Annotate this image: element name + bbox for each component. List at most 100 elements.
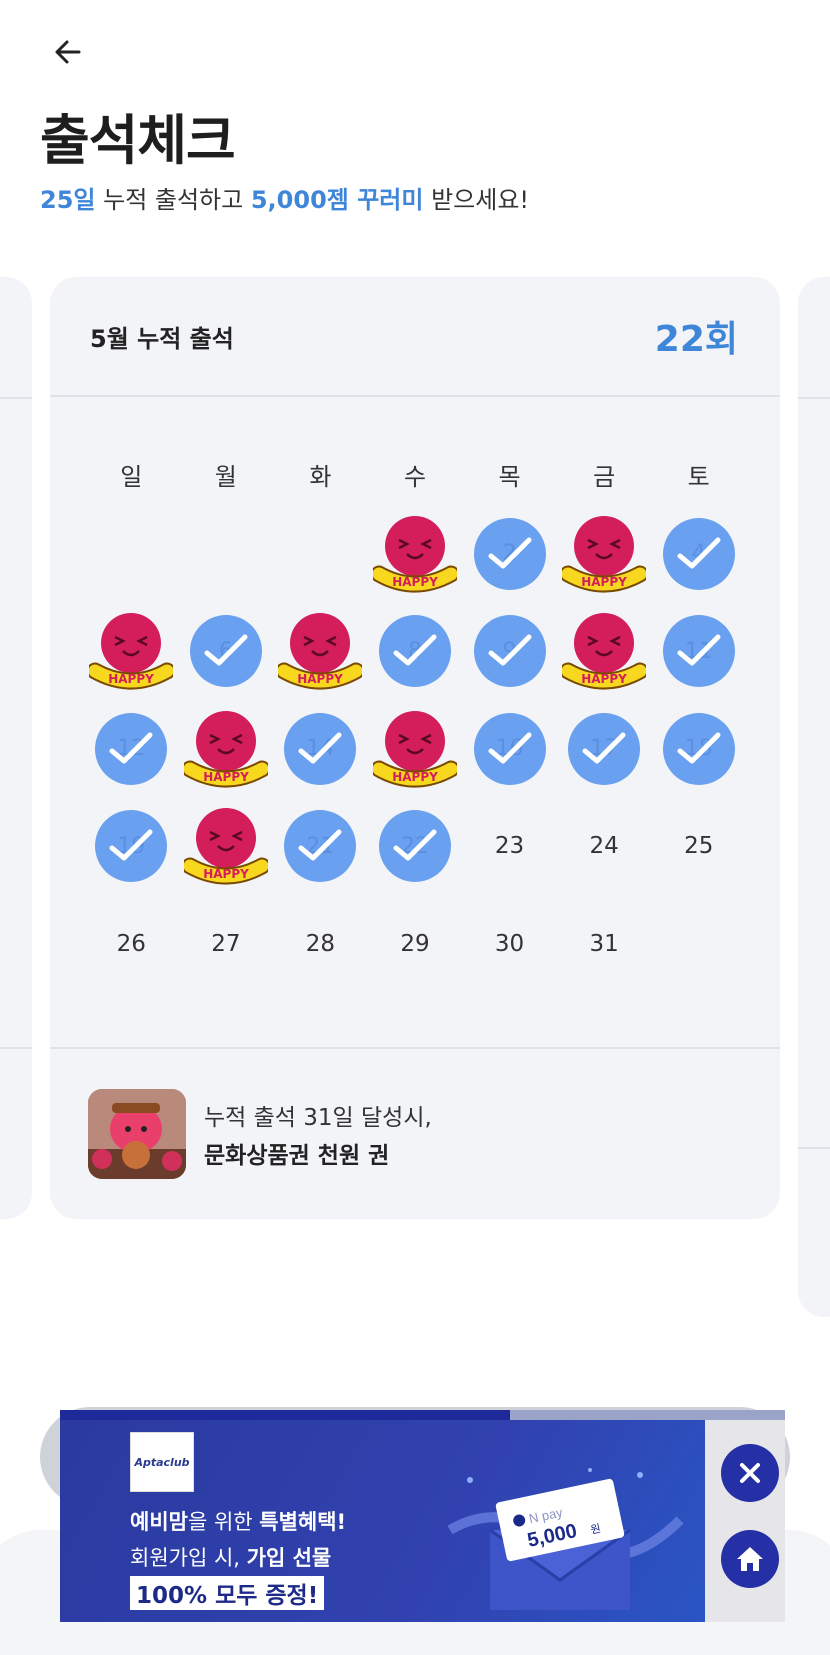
ad-content[interactable]: Aptaclub 예비맘을 위한 특별혜택! 회원가입 시, 가입 선물 100… (60, 1420, 705, 1622)
checkmark-icon (488, 732, 532, 764)
checkmark-icon (677, 732, 721, 764)
calendar-day: HAPPY (273, 603, 368, 701)
day-number: 25 (684, 833, 714, 860)
svg-text:HAPPY: HAPPY (392, 770, 438, 784)
calendar-day: 8 (368, 603, 463, 701)
svg-text:HAPPY: HAPPY (581, 672, 627, 686)
day-number: 29 (400, 930, 430, 957)
calendar-day: 4 (651, 505, 746, 603)
ad-brand-logo: Aptaclub (130, 1432, 194, 1492)
subtitle-reward: 5,000젬 꾸러미 (250, 186, 424, 214)
calendar-day: 19 (84, 798, 179, 896)
checkmark-icon (677, 537, 721, 569)
attended-check: 9 (473, 615, 546, 688)
attended-check: 21 (284, 810, 357, 883)
checkmark-icon (109, 732, 153, 764)
day-number: 31 (589, 930, 619, 957)
previous-month-card[interactable] (0, 277, 32, 1219)
calendar: 일 월 화 수 목 금 토 HAPPY 2 HAPPY 4 HAPPY 6 HAPPY 8 9 HAPPY 11… (50, 397, 780, 993)
happy-sticker-icon: HAPPY (278, 613, 363, 690)
calendar-day: 9 (462, 603, 557, 701)
weekday-label: 화 (309, 463, 332, 491)
close-icon (740, 1463, 760, 1483)
calendar-day: 12 (84, 700, 179, 798)
attended-check: 17 (568, 712, 641, 785)
checkmark-icon (298, 829, 342, 861)
calendar-day: 26 (84, 895, 179, 993)
reward-info: 누적 출석 31일 달성시, 문화상품권 천원 권 (50, 1047, 780, 1219)
calendar-day: HAPPY (557, 603, 652, 701)
page-title: 출석체크 (40, 109, 236, 172)
attended-check: 11 (662, 615, 735, 688)
ad-highlight: 100% 모두 증정! (130, 1576, 325, 1610)
attended-check: 4 (662, 517, 735, 590)
happy-sticker-icon: HAPPY (562, 613, 647, 690)
ad-banner[interactable]: Aptaclub 예비맘을 위한 특별혜택! 회원가입 시, 가입 선물 100… (60, 1410, 785, 1622)
calendar-day: 21 (273, 798, 368, 896)
attended-check: 16 (473, 712, 546, 785)
calendar-day: HAPPY (84, 603, 179, 701)
attended-check: 6 (189, 615, 262, 688)
calendar-day: 27 (179, 895, 274, 993)
calendar-day: 24 (557, 798, 652, 896)
calendar-days: HAPPY 2 HAPPY 4 HAPPY 6 HAPPY 8 9 HAPPY 11 12 HAPPY 1… (84, 505, 746, 993)
attended-check: 12 (95, 712, 168, 785)
reward-character-image (88, 1089, 186, 1179)
calendar-day: 18 (651, 700, 746, 798)
checkmark-icon (204, 634, 248, 666)
svg-text:HAPPY: HAPPY (203, 867, 249, 881)
checkmark-icon (582, 732, 626, 764)
subtitle-text-2: 받으세요! (423, 186, 530, 214)
svg-text:HAPPY: HAPPY (108, 672, 154, 686)
page-subtitle: 25일 누적 출석하고 5,000젬 꾸러미 받으세요! (40, 180, 529, 215)
weekday-label: 목 (498, 463, 521, 491)
checkmark-icon (393, 634, 437, 666)
next-month-card[interactable] (798, 277, 830, 1317)
ad-subline: 회원가입 시, 가입 선물 (130, 1546, 332, 1570)
ad-headline: 예비맘을 위한 특별혜택! (130, 1510, 347, 1534)
calendar-empty-cell (84, 505, 179, 603)
happy-sticker-icon: HAPPY (89, 613, 174, 690)
ad-progress-track (60, 1410, 785, 1420)
happy-sticker-icon: HAPPY (183, 808, 268, 885)
calendar-day: HAPPY (179, 700, 274, 798)
calendar-day: HAPPY (368, 700, 463, 798)
card-header: 5월 누적 출석 22회 (50, 277, 780, 397)
calendar-day: HAPPY (557, 505, 652, 603)
attended-check: 19 (95, 810, 168, 883)
back-button[interactable] (44, 30, 92, 74)
calendar-day: 29 (368, 895, 463, 993)
calendar-day: 30 (462, 895, 557, 993)
weekday-label: 수 (403, 463, 427, 491)
happy-sticker-icon: HAPPY (372, 710, 457, 788)
attended-check: 22 (378, 810, 451, 883)
ad-home-button[interactable] (721, 1530, 779, 1588)
subtitle-text-1: 누적 출석하고 (95, 186, 251, 214)
weekday-label: 토 (687, 463, 710, 491)
attended-check: 2 (473, 517, 546, 590)
calendar-day: 16 (462, 700, 557, 798)
ad-close-button[interactable] (721, 1444, 779, 1502)
subtitle-days: 25일 (40, 186, 96, 214)
calendar-day: 2 (462, 505, 557, 603)
weekday-label: 금 (593, 463, 616, 491)
calendar-empty-cell (273, 505, 368, 603)
calendar-day: 28 (273, 895, 368, 993)
calendar-day: 17 (557, 700, 652, 798)
calendar-empty-cell (179, 505, 274, 603)
day-number: 28 (305, 930, 336, 957)
attendance-count: 22회 (654, 319, 738, 360)
checkmark-icon (488, 537, 532, 569)
calendar-day: 14 (273, 700, 368, 798)
day-number: 26 (116, 930, 146, 957)
calendar-day: 23 (462, 798, 557, 896)
weekday-label: 일 (120, 463, 143, 491)
day-number: 23 (494, 833, 525, 860)
calendar-day: 22 (368, 798, 463, 896)
attended-check: 18 (662, 712, 735, 785)
checkmark-icon (393, 829, 437, 861)
svg-text:HAPPY: HAPPY (203, 770, 249, 784)
checkmark-icon (298, 732, 342, 764)
calendar-day: 31 (557, 895, 652, 993)
attended-check: 14 (284, 712, 357, 785)
